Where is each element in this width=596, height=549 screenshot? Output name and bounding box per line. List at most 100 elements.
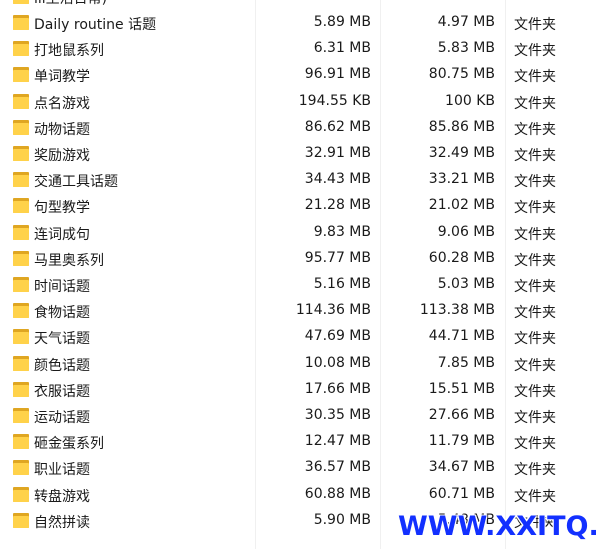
file-type: 文件夹 [514, 200, 556, 217]
file-name: 自然拼读 [34, 514, 90, 531]
file-name: 食物话题 [34, 305, 90, 322]
file-size: 32.91 MB [304, 145, 371, 161]
file-name: Daily routine 话题 [34, 17, 157, 33]
folder-icon [13, 146, 29, 161]
packed-size: 15.51 MB [428, 380, 495, 397]
file-size: 5.90 MB [313, 511, 371, 528]
folder-icon [13, 303, 29, 319]
folder-icon [13, 172, 29, 188]
file-list: iii生活日常) Daily routine 话题 5.89 MB 4.97 MB 文… [0, 0, 596, 549]
file-row[interactable]: 奖励游戏 32.91 MB 32.49 MB 文件夹 [0, 141, 596, 167]
file-name: 衣服话题 [34, 383, 90, 400]
packed-size: 9.06 MB [437, 223, 495, 240]
file-size: 47.69 MB [304, 328, 371, 345]
folder-icon [13, 486, 29, 502]
file-name: 转盘游戏 [34, 488, 90, 505]
file-type: 文件夹 [514, 174, 556, 191]
file-name: 颜色话题 [34, 357, 90, 374]
file-row[interactable]: 天气话题 47.69 MB 44.71 MB 文件夹 [0, 324, 596, 350]
file-row[interactable]: 转盘游戏 60.88 MB 60.71 MB 文件夹 [0, 482, 596, 508]
file-name: 时间话题 [34, 279, 90, 295]
file-type: 文件夹 [514, 69, 556, 86]
file-name: 动物话题 [34, 121, 90, 138]
folder-icon [13, 355, 29, 371]
folder-icon [13, 15, 29, 30]
folder-icon [13, 434, 29, 450]
packed-size: 33.21 MB [428, 171, 495, 188]
file-type: 文件夹 [514, 383, 556, 400]
packed-size: 60.28 MB [428, 249, 495, 266]
file-size: 17.66 MB [304, 380, 371, 397]
folder-icon [13, 198, 29, 214]
file-row[interactable]: 砸金蛋系列 12.47 MB 11.79 MB 文件夹 [0, 429, 596, 455]
file-type: 文件夹 [514, 17, 556, 33]
file-size: 86.62 MB [304, 118, 371, 135]
packed-size: 32.49 MB [428, 145, 495, 161]
folder-icon [13, 67, 29, 83]
file-name: 打地鼠系列 [34, 43, 104, 60]
file-size: 5.89 MB [313, 14, 371, 30]
folder-icon [13, 41, 29, 57]
folder-icon [13, 460, 29, 476]
packed-size: 21.02 MB [428, 197, 495, 214]
file-row[interactable]: 食物话题 114.36 MB 113.38 MB 文件夹 [0, 298, 596, 324]
packed-size: 27.66 MB [428, 407, 495, 423]
file-row[interactable]: 颜色话题 10.08 MB 7.85 MB 文件夹 [0, 351, 596, 377]
file-type: 文件夹 [514, 462, 556, 479]
file-name: 奖励游戏 [34, 148, 90, 164]
packed-size: 4.97 MB [437, 14, 495, 30]
file-row[interactable]: 句型教学 21.28 MB 21.02 MB 文件夹 [0, 193, 596, 219]
file-size: 9.83 MB [313, 223, 371, 240]
file-type: 文件夹 [514, 121, 556, 138]
packed-size: 11.79 MB [428, 433, 495, 450]
folder-icon [13, 250, 29, 266]
file-row[interactable]: 马里奥系列 95.77 MB 60.28 MB 文件夹 [0, 246, 596, 272]
file-row[interactable]: Daily routine 话题 5.89 MB 4.97 MB 文件夹 [0, 10, 596, 36]
file-size: 12.47 MB [304, 433, 371, 450]
packed-size: 100 KB [445, 92, 495, 109]
folder-icon [13, 381, 29, 397]
folder-icon [13, 408, 29, 423]
file-size: 21.28 MB [304, 197, 371, 214]
folder-icon [13, 93, 29, 109]
file-name: 交通工具话题 [34, 174, 118, 191]
file-size: 114.36 MB [295, 302, 371, 319]
file-row[interactable]: 运动话题 30.35 MB 27.66 MB 文件夹 [0, 403, 596, 429]
packed-size: 85.86 MB [428, 118, 495, 135]
folder-icon [13, 277, 29, 292]
file-type: 文件夹 [514, 279, 556, 295]
file-row[interactable]: 衣服话题 17.66 MB 15.51 MB 文件夹 [0, 377, 596, 403]
file-type: 文件夹 [514, 331, 556, 348]
file-row[interactable]: 点名游戏 194.55 KB 100 KB 文件夹 [0, 89, 596, 115]
file-row-partial[interactable]: iii生活日常) [0, 0, 596, 10]
file-name: 天气话题 [34, 331, 90, 348]
file-size: 6.31 MB [313, 40, 371, 57]
file-row[interactable]: 时间话题 5.16 MB 5.03 MB 文件夹 [0, 272, 596, 298]
file-row[interactable]: 打地鼠系列 6.31 MB 5.83 MB 文件夹 [0, 36, 596, 62]
file-type: 文件夹 [514, 410, 556, 426]
packed-size: 44.71 MB [428, 328, 495, 345]
file-name: iii生活日常) [34, 0, 107, 8]
file-type: 文件夹 [514, 226, 556, 243]
file-type: 文件夹 [514, 148, 556, 164]
file-type: 文件夹 [514, 305, 556, 322]
file-row[interactable]: 动物话题 86.62 MB 85.86 MB 文件夹 [0, 115, 596, 141]
file-size: 194.55 KB [298, 92, 371, 109]
folder-icon [13, 224, 29, 240]
packed-size: 7.85 MB [437, 354, 495, 371]
packed-size: 5.83 MB [437, 40, 495, 57]
packed-size: 60.71 MB [428, 485, 495, 502]
file-type: 文件夹 [514, 252, 556, 269]
file-row[interactable]: 职业话题 36.57 MB 34.67 MB 文件夹 [0, 455, 596, 481]
file-row[interactable]: 连词成句 9.83 MB 9.06 MB 文件夹 [0, 220, 596, 246]
folder-icon [13, 119, 29, 135]
file-type: 文件夹 [514, 43, 556, 60]
file-row[interactable]: 交通工具话题 34.43 MB 33.21 MB 文件夹 [0, 167, 596, 193]
packed-size: 80.75 MB [428, 66, 495, 83]
packed-size: 113.38 MB [419, 302, 495, 319]
file-size: 30.35 MB [304, 407, 371, 423]
folder-icon [13, 329, 29, 345]
file-row[interactable]: 单词教学 96.91 MB 80.75 MB 文件夹 [0, 62, 596, 88]
file-size: 60.88 MB [304, 485, 371, 502]
file-type: 文件夹 [514, 488, 556, 505]
